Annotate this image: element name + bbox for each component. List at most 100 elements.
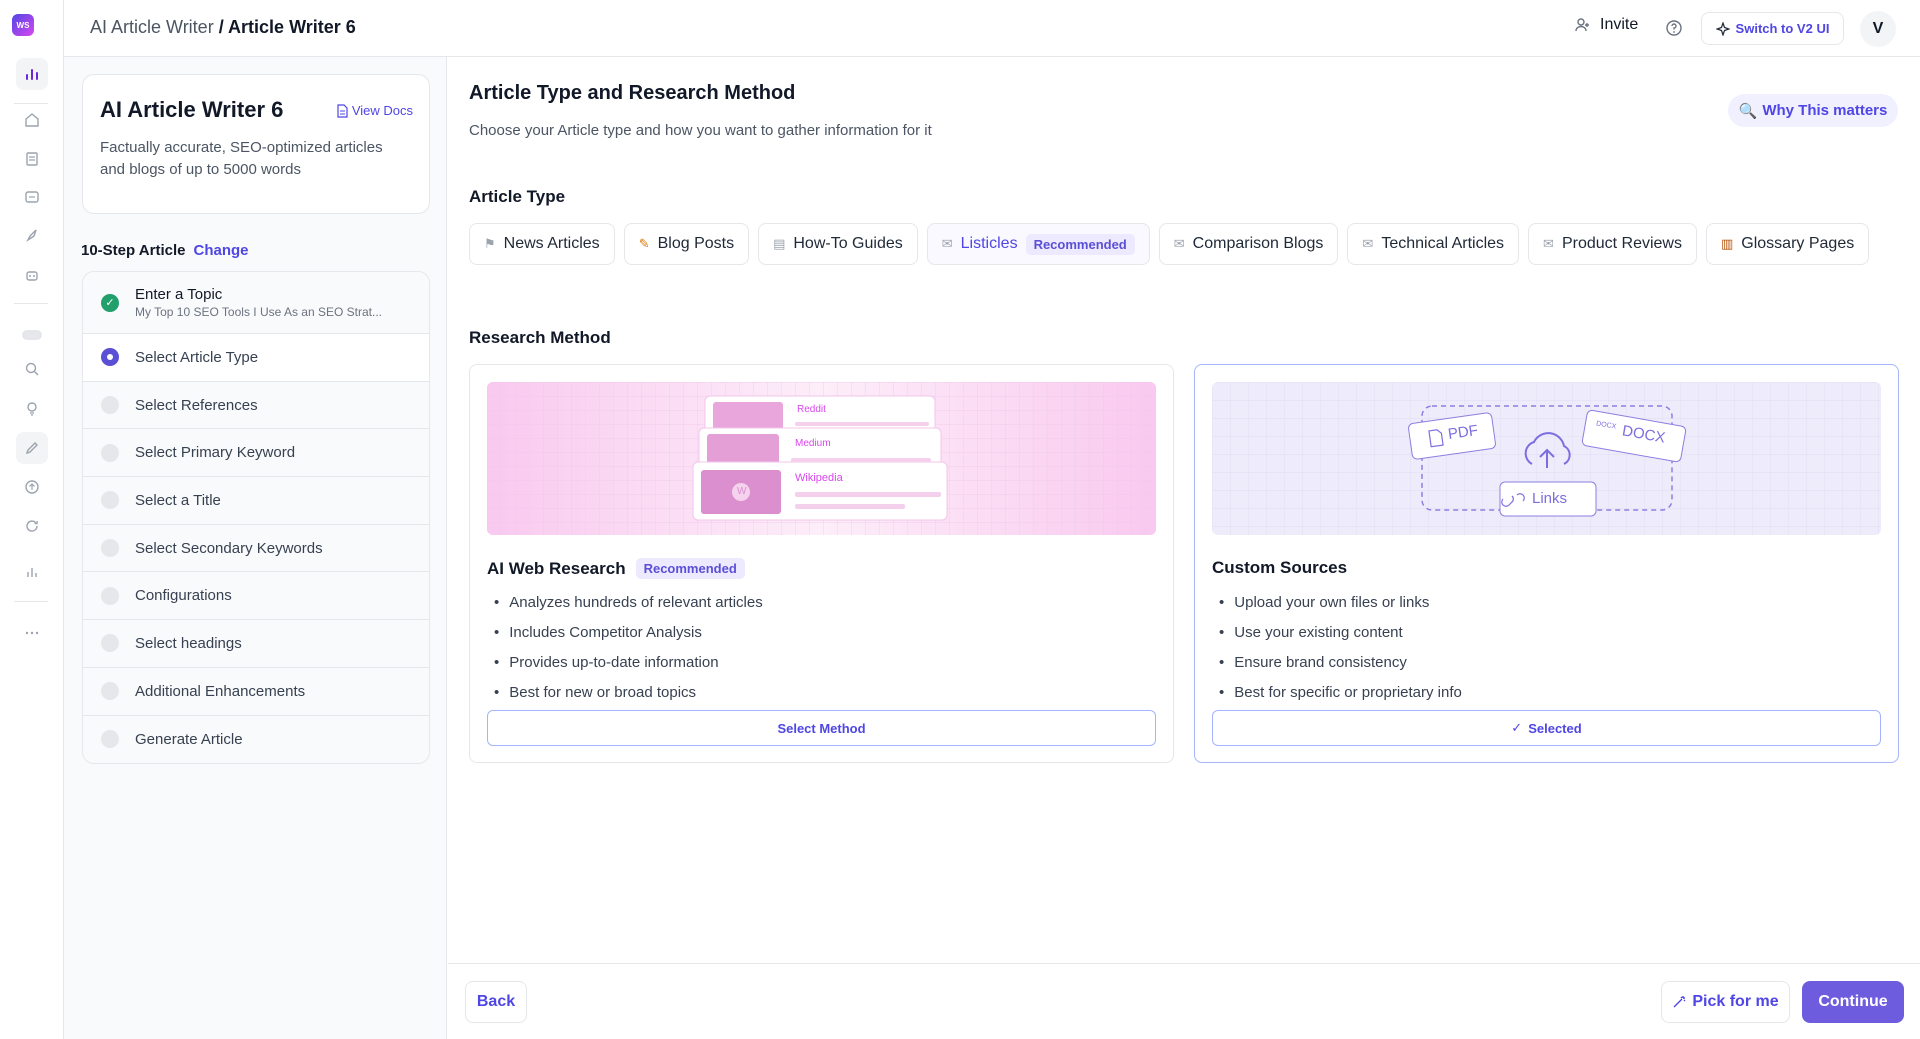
flag-icon: ⚑ — [484, 236, 496, 251]
bar-chart-icon[interactable] — [16, 556, 48, 588]
article-type-howto[interactable]: ▤ How-To Guides — [758, 223, 918, 265]
upload-icon[interactable] — [16, 471, 48, 503]
invite-label: Invite — [1600, 16, 1639, 33]
template-icon[interactable] — [16, 181, 48, 213]
step-select-references[interactable]: Select References — [83, 381, 429, 430]
art-label-wikipedia: Wikipedia — [795, 472, 843, 484]
selected-label: Selected — [1528, 720, 1582, 736]
bullet-item: Best for new or broad topics — [494, 678, 763, 708]
change-link[interactable]: Change — [193, 242, 248, 259]
article-type-blog[interactable]: ✎ Blog Posts — [623, 223, 750, 265]
pencil-icon[interactable] — [16, 432, 48, 464]
pending-step-icon — [101, 491, 119, 510]
step-select-article-type[interactable]: Select Article Type — [83, 334, 429, 382]
pending-step-icon — [101, 682, 119, 701]
article-type-comparison[interactable]: ✉ Comparison Blogs — [1158, 223, 1339, 265]
pick-for-me-button[interactable]: Pick for me — [1661, 981, 1790, 1023]
info-description: Factually accurate, SEO-optimized articl… — [100, 139, 383, 178]
doc-icon — [337, 103, 348, 118]
bot-icon[interactable] — [16, 259, 48, 291]
app-logo[interactable]: WS — [12, 14, 34, 36]
step-label: Select References — [135, 396, 258, 414]
switch-v2-button[interactable]: Switch to V2 UI — [1701, 12, 1844, 45]
invite-button[interactable]: Invite — [1574, 16, 1638, 34]
method-bullets: Analyzes hundreds of relevant articles I… — [494, 588, 763, 708]
method-title: AI Web Research Recommended — [487, 558, 745, 579]
method-card-custom[interactable]: PDF DOCX DOCX Links Custom Sources Uploa… — [1194, 364, 1899, 763]
pending-step-icon — [101, 634, 119, 653]
step-label: Select Primary Keyword — [135, 444, 296, 462]
article-type-label: Glossary Pages — [1741, 235, 1855, 252]
refresh-icon[interactable] — [16, 510, 48, 542]
step-select-title[interactable]: Select a Title — [83, 477, 429, 525]
pending-step-icon — [101, 730, 119, 749]
view-docs-link[interactable]: View Docs — [336, 103, 413, 118]
avatar[interactable]: V — [1860, 11, 1896, 47]
why-this-matters-button[interactable]: 🔍 Why This matters — [1728, 94, 1898, 127]
check-icon: ✓ — [1511, 720, 1523, 735]
document-icon[interactable] — [16, 143, 48, 175]
info-card: AI Article Writer 6 View Docs Factually … — [82, 74, 430, 214]
method-title-text: AI Web Research — [487, 558, 626, 578]
article-type-listicles[interactable]: ✉ Listicles Recommended — [926, 223, 1150, 265]
books-icon: ▥ — [1720, 236, 1734, 251]
help-icon[interactable] — [1664, 18, 1684, 38]
art-label-w: W — [737, 486, 747, 497]
home-icon[interactable] — [16, 104, 48, 136]
article-type-glossary[interactable]: ▥ Glossary Pages — [1705, 223, 1870, 265]
step-select-headings[interactable]: Select headings — [83, 620, 429, 668]
article-type-product-reviews[interactable]: ✉ Product Reviews — [1528, 223, 1697, 265]
view-docs-label: View Docs — [351, 103, 413, 118]
lightbulb-icon[interactable] — [16, 393, 48, 425]
step-select-primary-keyword[interactable]: Select Primary Keyword — [83, 429, 429, 478]
selected-method-button[interactable]: ✓ Selected — [1212, 710, 1881, 746]
step-enter-topic[interactable]: ✓ Enter a Topic My Top 10 SEO Tools I Use… — [83, 272, 429, 334]
research-method-heading: Research Method — [469, 328, 611, 347]
step-label: Generate Article — [135, 730, 243, 748]
step-label: Select a Title — [135, 491, 221, 509]
step-label: Configurations — [135, 587, 232, 605]
method-bullets: Upload your own files or links Use your … — [1219, 588, 1462, 708]
step-label: Enter a Topic — [135, 286, 223, 303]
rail-divider — [14, 601, 48, 602]
breadcrumb-root[interactable]: AI Article Writer — [90, 17, 214, 37]
step-label: Select Secondary Keywords — [135, 539, 323, 557]
breadcrumb: AI Article Writer / Article Writer 6 — [90, 17, 356, 38]
step-label: Additional Enhancements — [135, 682, 306, 700]
pencil-icon: ✎ — [638, 236, 650, 251]
toggle-pill[interactable] — [22, 330, 42, 340]
pending-step-icon — [101, 396, 119, 415]
article-type-news[interactable]: ⚑ News Articles — [469, 223, 615, 265]
step-select-secondary-keywords[interactable]: Select Secondary Keywords — [83, 524, 429, 573]
analytics-icon[interactable] — [16, 58, 48, 90]
icon-rail: WS — [0, 0, 64, 1039]
pending-step-icon — [101, 539, 119, 558]
breadcrumb-current: Article Writer 6 — [228, 17, 356, 37]
check-icon: ✓ — [101, 293, 119, 312]
article-type-label: Technical Articles — [1381, 235, 1505, 252]
continue-button[interactable]: Continue — [1802, 981, 1904, 1023]
rocket-icon[interactable] — [16, 220, 48, 252]
select-method-button[interactable]: Select Method — [487, 710, 1156, 746]
bullet-item: Best for specific or proprietary info — [1219, 678, 1462, 708]
method-card-web[interactable]: Reddit Medium Wikipedia W AI Web Researc… — [469, 364, 1174, 763]
article-type-technical[interactable]: ✉ Technical Articles — [1347, 223, 1520, 265]
magic-wand-icon — [1673, 996, 1686, 1008]
pending-step-icon — [101, 443, 119, 462]
step-generate-article[interactable]: Generate Article — [83, 715, 429, 764]
mail-icon: ✉ — [1543, 236, 1554, 251]
step-additional-enhancements[interactable]: Additional Enhancements — [83, 667, 429, 716]
bullet-item: Ensure brand consistency — [1219, 648, 1462, 678]
magnifier-icon: 🔍 — [1738, 102, 1758, 120]
more-icon[interactable] — [16, 617, 48, 649]
web-research-illustration: Reddit Medium Wikipedia W — [487, 382, 1156, 535]
breadcrumb-separator: / — [213, 17, 229, 37]
search-icon[interactable] — [16, 353, 48, 385]
page-title: Article Type and Research Method — [469, 82, 796, 104]
step-configurations[interactable]: Configurations — [83, 572, 429, 621]
back-button[interactable]: Back — [465, 981, 527, 1023]
top-bar: AI Article Writer / Article Writer 6 Inv… — [64, 0, 1920, 57]
main-content: Article Type and Research Method Choose … — [448, 57, 1920, 963]
custom-sources-illustration: PDF DOCX DOCX Links — [1212, 382, 1881, 535]
switch-v2-label: Switch to V2 UI — [1735, 21, 1830, 36]
